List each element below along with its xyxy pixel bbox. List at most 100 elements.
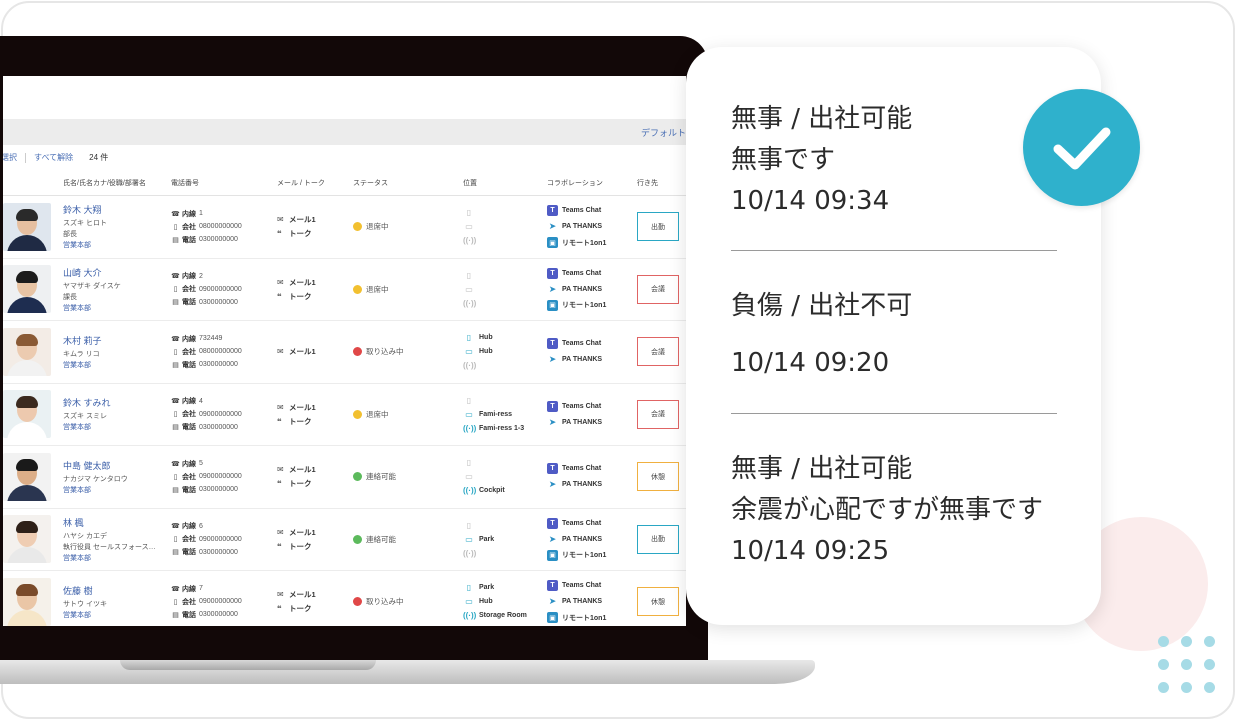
collab-pa-link[interactable]: ➤ PA THANKS (547, 531, 637, 547)
mobile-line[interactable]: ▯ 会社 09000000000 (171, 534, 277, 544)
table-row[interactable]: 中島 健太郎 ナカジマ ケンタロウ 営業本部 ☎ 内線 5 ▯ 会社 09000000000 ▤ 電… (3, 446, 686, 509)
avatar[interactable] (3, 202, 51, 251)
clear-all-link[interactable]: すべて解除 (34, 152, 73, 163)
talk-link[interactable]: ❝ トーク (277, 541, 353, 552)
extension-line[interactable]: ☎ 内線 2 (171, 271, 277, 281)
table-row[interactable]: 山崎 大介 ヤマザキ ダイスケ 課長 営業本部 ☎ 内線 2 ▯ 会社 09000000000 ▤ 電… (3, 259, 686, 321)
mail-link[interactable]: ✉ メール1 (277, 589, 353, 600)
person-dept[interactable]: 営業本部 (63, 553, 171, 563)
person-name[interactable]: 鈴木 すみれ (63, 396, 171, 409)
header-mail[interactable]: メール / トーク (277, 178, 353, 188)
person-name[interactable]: 佐藤 樹 (63, 584, 171, 597)
avatar[interactable] (3, 265, 51, 314)
extension-line[interactable]: ☎ 内線 1 (171, 209, 277, 219)
avatar-body (7, 359, 47, 376)
mobile-line[interactable]: ▯ 会社 08000000000 (171, 347, 277, 357)
talk-link[interactable]: ❝ トーク (277, 416, 353, 427)
collab-remote-link[interactable]: ▣ リモート1on1 (547, 235, 637, 251)
avatar[interactable] (3, 577, 51, 626)
table-row[interactable]: 鈴木 大翔 スズキ ヒロト 部長 営業本部 ☎ 内線 1 ▯ 会社 08000000000 ▤ 電話 0… (3, 196, 686, 259)
person-name[interactable]: 林 楓 (63, 516, 171, 529)
mail-link[interactable]: ✉ メール1 (277, 464, 353, 475)
table-row[interactable]: 鈴木 すみれ スズキ スミレ 営業本部 ☎ 内線 4 ▯ 会社 09000000000 ▤ 電話 03… (3, 384, 686, 446)
destination-button[interactable]: 休憩 (637, 462, 679, 492)
destination-button[interactable]: 会議 (637, 337, 679, 367)
extension-line[interactable]: ☎ 内線 732449 (171, 334, 277, 344)
collab-teams-link[interactable]: T Teams Chat (547, 578, 637, 594)
person-name[interactable]: 山崎 大介 (63, 266, 171, 279)
collab-remote-link[interactable]: ▣ リモート1on1 (547, 297, 637, 313)
collab-label: Teams Chat (562, 519, 602, 527)
mobile-line[interactable]: ▯ 会社 08000000000 (171, 222, 277, 232)
collab-pa-link[interactable]: ➤ PA THANKS (547, 594, 637, 610)
mail-link[interactable]: ✉ メール1 (277, 214, 353, 225)
mobile-line[interactable]: ▯ 会社 09000000000 (171, 472, 277, 482)
header-location[interactable]: 位置 (463, 178, 547, 188)
avatar[interactable] (3, 515, 51, 564)
collab-teams-link[interactable]: T Teams Chat (547, 515, 637, 531)
person-dept[interactable]: 営業本部 (63, 240, 171, 250)
person-dept[interactable]: 営業本部 (63, 303, 171, 313)
select-link[interactable]: 選択 (3, 152, 17, 163)
tel-line[interactable]: ▤ 電話 0300000000 (171, 422, 277, 432)
tel-line[interactable]: ▤ 電話 0300000000 (171, 360, 277, 370)
collab-remote-link[interactable]: ▣ リモート1on1 (547, 547, 637, 563)
table-row[interactable]: 木村 莉子 キムラ リコ 営業本部 ☎ 内線 732449 ▯ 会社 08000000000 ▤ 電… (3, 321, 686, 384)
avatar[interactable] (3, 452, 51, 501)
mail-link[interactable]: ✉ メール1 (277, 346, 353, 357)
mobile-line[interactable]: ▯ 会社 09000000000 (171, 409, 277, 419)
header-phone[interactable]: 電話番号 (171, 178, 277, 188)
location-line: ((·)) (463, 296, 547, 310)
destination-button[interactable]: 出勤 (637, 212, 679, 242)
collab-teams-link[interactable]: T Teams Chat (547, 203, 637, 219)
destination-button[interactable]: 休憩 (637, 587, 679, 617)
person-name[interactable]: 木村 莉子 (63, 334, 171, 347)
collab-pa-link[interactable]: ➤ PA THANKS (547, 281, 637, 297)
extension-line[interactable]: ☎ 内線 6 (171, 521, 277, 531)
talk-link[interactable]: ❝ トーク (277, 478, 353, 489)
destination-button[interactable]: 会議 (637, 274, 679, 304)
header-collaboration[interactable]: コラボレーション (547, 178, 637, 188)
table-row[interactable]: 林 楓ハヤシ カエデ 執行役員 セールスフォース… 営業本部 ☎ 内線 6 ▯ 会社 09000… (3, 509, 686, 571)
header-status[interactable]: ステータス (353, 178, 463, 188)
collab-pa-link[interactable]: ➤ PA THANKS (547, 414, 637, 430)
collab-teams-link[interactable]: T Teams Chat (547, 398, 637, 414)
mail-link[interactable]: ✉ メール1 (277, 527, 353, 538)
extension-line[interactable]: ☎ 内線 5 (171, 459, 277, 469)
destination-button[interactable]: 出勤 (637, 524, 679, 554)
collab-pa-link[interactable]: ➤ PA THANKS (547, 477, 637, 493)
mail-link[interactable]: ✉ メール1 (277, 277, 353, 288)
person-dept[interactable]: 営業本部 (63, 422, 171, 432)
extension-line[interactable]: ☎ 内線 7 (171, 584, 277, 594)
person-dept[interactable]: 営業本部 (63, 610, 171, 620)
tel-line[interactable]: ▤ 電話 0300000000 (171, 610, 277, 620)
avatar[interactable] (3, 390, 51, 439)
tel-line[interactable]: ▤ 電話 0300000000 (171, 547, 277, 557)
collab-teams-link[interactable]: T Teams Chat (547, 461, 637, 477)
collab-teams-link[interactable]: T Teams Chat (547, 265, 637, 281)
person-dept[interactable]: 営業本部 (63, 485, 171, 495)
default-view-link[interactable]: デフォルト (641, 126, 686, 139)
tel-line[interactable]: ▤ 電話 0300000000 (171, 235, 277, 245)
person-name[interactable]: 中島 健太郎 (63, 459, 171, 472)
mobile-line[interactable]: ▯ 会社 09000000000 (171, 597, 277, 607)
mobile-line[interactable]: ▯ 会社 09000000000 (171, 284, 277, 294)
person-name[interactable]: 鈴木 大翔 (63, 203, 171, 216)
extension-line[interactable]: ☎ 内線 4 (171, 396, 277, 406)
collab-remote-link[interactable]: ▣ リモート1on1 (547, 610, 637, 626)
talk-link[interactable]: ❝ トーク (277, 291, 353, 302)
person-dept[interactable]: 営業本部 (63, 360, 171, 370)
tel-line[interactable]: ▤ 電話 0300000000 (171, 297, 277, 307)
collab-pa-link[interactable]: ➤ PA THANKS (547, 219, 637, 235)
collab-pa-link[interactable]: ➤ PA THANKS (547, 352, 637, 368)
avatar[interactable] (3, 327, 51, 376)
talk-link[interactable]: ❝ トーク (277, 228, 353, 239)
tel-line[interactable]: ▤ 電話 0300000000 (171, 485, 277, 495)
header-destination[interactable]: 行き先 (637, 178, 686, 188)
destination-button[interactable]: 会議 (637, 399, 679, 429)
header-name[interactable]: 氏名/氏名カナ/役職/部署名 (63, 178, 171, 188)
talk-link[interactable]: ❝ トーク (277, 603, 353, 614)
table-row[interactable]: 佐藤 樹サトウ イツキ 営業本部 ☎ 内線 7 ▯ 会社 09000000000 ▤ 電話 0300… (3, 571, 686, 626)
mail-link[interactable]: ✉ メール1 (277, 402, 353, 413)
collab-teams-link[interactable]: T Teams Chat (547, 336, 637, 352)
